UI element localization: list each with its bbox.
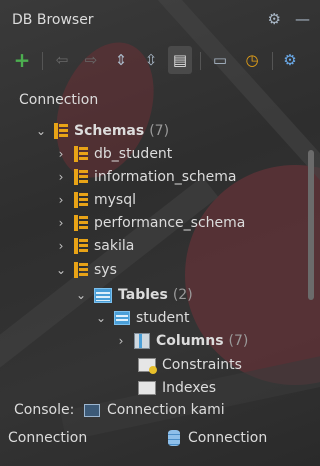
tree-node-schema[interactable]: › mysql bbox=[54, 189, 136, 211]
schema-icon bbox=[74, 169, 88, 185]
connection-section-label: Connection bbox=[19, 92, 99, 108]
schema-icon bbox=[74, 262, 88, 278]
tree-node-constraints[interactable]: Constraints bbox=[118, 354, 242, 376]
back-icon[interactable]: ⇦ bbox=[50, 46, 74, 74]
toolbar: + ⇦ ⇨ ⇕ ⇳ ▤ ▭ ◷ ⚙ bbox=[0, 46, 320, 78]
console-link[interactable]: Connection kami bbox=[107, 402, 225, 418]
console-label: Console: bbox=[14, 402, 75, 418]
tree-node-columns[interactable]: › Columns (7) bbox=[114, 330, 248, 352]
tree-node-schemas[interactable]: ⌄ Schemas (7) bbox=[34, 120, 169, 142]
columns-icon bbox=[134, 333, 150, 349]
tree-node-schema-sys[interactable]: ⌄ sys bbox=[54, 259, 117, 281]
forward-icon[interactable]: ⇨ bbox=[79, 46, 103, 74]
chevron-right-icon[interactable]: › bbox=[54, 147, 68, 161]
gear-icon[interactable]: ⚙ bbox=[268, 10, 281, 28]
history-icon[interactable]: ◷ bbox=[240, 46, 264, 74]
tree-node-schema[interactable]: › sakila bbox=[54, 235, 134, 257]
schema-icon bbox=[74, 238, 88, 254]
tables-icon bbox=[94, 287, 112, 303]
panel-header: DB Browser ⚙ — bbox=[0, 0, 320, 40]
schema-icon bbox=[74, 146, 88, 162]
console-icon bbox=[84, 404, 100, 417]
chevron-down-icon[interactable]: ⌄ bbox=[54, 263, 68, 277]
connection-label: Connection bbox=[8, 430, 88, 446]
db-browser-panel: DB Browser ⚙ — + ⇦ ⇨ ⇕ ⇳ ▤ ▭ ◷ ⚙ Connect… bbox=[0, 0, 320, 466]
chevron-right-icon[interactable]: › bbox=[54, 193, 68, 207]
schemas-folder-icon bbox=[54, 123, 68, 139]
tree-node-table-student[interactable]: ⌄ student bbox=[94, 307, 190, 329]
chevron-down-icon[interactable]: ⌄ bbox=[94, 311, 108, 325]
chevron-down-icon[interactable]: ⌄ bbox=[34, 124, 48, 138]
tree-node-tables[interactable]: ⌄ Tables (2) bbox=[74, 284, 193, 306]
collapse-all-icon[interactable]: ⇳ bbox=[139, 46, 163, 74]
chevron-right-icon[interactable]: › bbox=[54, 216, 68, 230]
database-icon bbox=[168, 430, 180, 446]
connection-row: Connection Connection bbox=[8, 430, 308, 450]
add-connection-icon[interactable]: + bbox=[10, 46, 34, 74]
panel-title: DB Browser bbox=[12, 12, 94, 28]
chevron-down-icon[interactable]: ⌄ bbox=[74, 288, 88, 302]
constraints-icon bbox=[138, 358, 157, 374]
view-options-icon[interactable]: ▤ bbox=[168, 46, 192, 74]
connection-link[interactable]: Connection bbox=[188, 430, 267, 446]
schema-icon bbox=[74, 192, 88, 208]
tree-node-schema[interactable]: › information_schema bbox=[54, 166, 237, 188]
tree-node-schema[interactable]: › performance_schema bbox=[54, 212, 245, 234]
minimize-icon[interactable]: — bbox=[295, 10, 310, 28]
console-row: Console: Connection kami bbox=[14, 402, 314, 422]
vertical-scrollbar[interactable] bbox=[308, 150, 314, 300]
table-icon bbox=[114, 311, 130, 325]
chevron-right-icon[interactable]: › bbox=[54, 239, 68, 253]
chevron-right-icon[interactable]: › bbox=[54, 170, 68, 184]
schema-icon bbox=[74, 215, 88, 231]
tree-node-indexes[interactable]: Indexes bbox=[118, 377, 216, 399]
chevron-right-icon[interactable]: › bbox=[114, 334, 128, 348]
indexes-icon bbox=[138, 381, 156, 395]
open-sql-console-icon[interactable]: ▭ bbox=[208, 46, 232, 74]
expand-all-icon[interactable]: ⇕ bbox=[109, 46, 133, 74]
tree-node-schema[interactable]: › db_student bbox=[54, 143, 172, 165]
settings-gear-icon[interactable]: ⚙ bbox=[278, 46, 302, 74]
